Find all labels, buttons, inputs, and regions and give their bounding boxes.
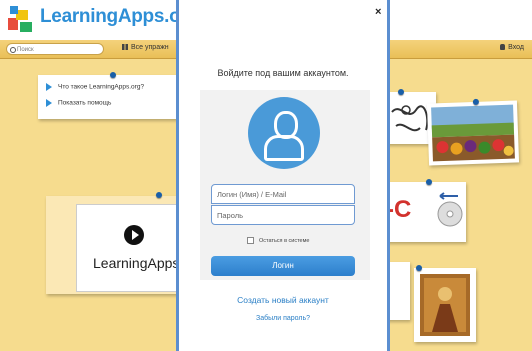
video-caption: LearningApps xyxy=(93,255,180,271)
user-avatar-icon xyxy=(248,97,320,169)
pin-icon xyxy=(416,265,422,271)
menu-item-label: Показать помощь xyxy=(58,99,112,107)
menu-item-what-is[interactable]: Что такое LearningApps.org? xyxy=(46,83,144,91)
triangle-right-icon xyxy=(46,83,52,91)
password-placeholder: Пароль xyxy=(217,211,244,220)
search-placeholder: Поиск xyxy=(17,47,34,53)
close-button[interactable]: × xyxy=(375,6,381,18)
login-link[interactable]: Вход xyxy=(500,44,524,51)
app-thumbnail-painting[interactable] xyxy=(414,265,476,342)
app-thumbnail-sticker[interactable]: -C xyxy=(386,179,466,242)
video-thumbnail[interactable]: LearningApps xyxy=(76,204,190,292)
login-button[interactable]: Логин xyxy=(211,256,355,276)
username-placeholder: Логин (Имя) / E-Mail xyxy=(217,190,287,199)
play-icon[interactable] xyxy=(124,225,144,245)
grid-icon xyxy=(122,44,128,51)
menu-item-label: Что такое LearningApps.org? xyxy=(58,83,145,91)
cd-icon xyxy=(437,192,463,227)
username-input[interactable]: Логин (Имя) / E-Mail xyxy=(211,184,355,204)
password-input[interactable]: Пароль xyxy=(211,205,355,225)
pin-icon xyxy=(156,192,162,198)
app-thumbnail-vegetables[interactable] xyxy=(426,98,520,166)
logo-icon xyxy=(6,4,36,38)
login-link-label: Вход xyxy=(508,44,524,51)
help-menu-note: Что такое LearningApps.org? Показать пом… xyxy=(38,72,178,119)
all-apps-label: Все упражн xyxy=(131,44,169,51)
search-input[interactable]: Поиск xyxy=(6,43,104,55)
vegetables-image xyxy=(431,104,515,162)
pin-icon xyxy=(110,72,116,78)
create-account-link[interactable]: Создать новый аккаунт xyxy=(176,295,390,305)
painting-image xyxy=(420,274,470,336)
triangle-right-icon xyxy=(46,99,52,107)
menu-item-show-help[interactable]: Показать помощь xyxy=(46,99,111,107)
video-note[interactable]: LearningApps xyxy=(46,192,190,294)
remember-me-label: Остаться в системе xyxy=(259,237,310,244)
all-apps-button[interactable]: Все упражн xyxy=(122,44,169,51)
search-icon xyxy=(10,47,16,53)
login-title: Войдите под вашим аккаунтом. xyxy=(217,68,349,78)
user-icon xyxy=(500,44,506,51)
forgot-password-link[interactable]: Забыли пароль? xyxy=(176,315,390,322)
remember-me-checkbox[interactable]: Остаться в системе xyxy=(247,237,309,244)
pin-icon xyxy=(398,89,404,95)
checkbox-icon[interactable] xyxy=(247,237,254,244)
site-logo[interactable]: LearningApps.org xyxy=(40,6,199,28)
